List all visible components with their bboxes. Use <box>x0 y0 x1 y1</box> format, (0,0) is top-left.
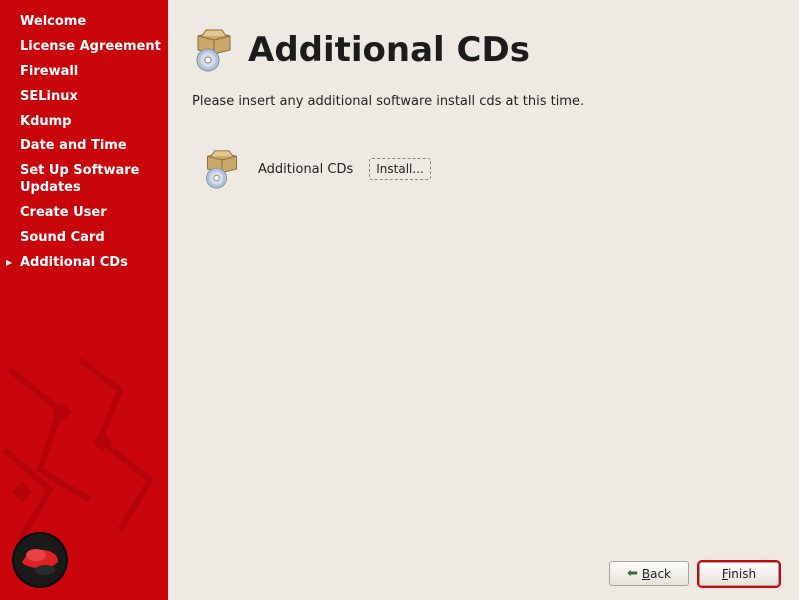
cd-box-small-icon <box>202 149 242 189</box>
redhat-logo-icon <box>10 530 70 590</box>
sidebar: Welcome License Agreement Firewall SELin… <box>0 0 168 600</box>
sidebar-item-software-updates[interactable]: Set Up Software Updates <box>20 159 162 201</box>
sidebar-item-license[interactable]: License Agreement <box>20 35 162 60</box>
back-button[interactable]: ⬅ Back <box>609 561 689 586</box>
sidebar-nav: Welcome License Agreement Firewall SELin… <box>0 10 168 276</box>
sidebar-item-firewall[interactable]: Firewall <box>20 60 162 85</box>
sidebar-item-sound-card[interactable]: Sound Card <box>20 226 162 251</box>
sidebar-decoration <box>0 350 168 550</box>
page-header: Additional CDs <box>192 28 769 72</box>
page-title: Additional CDs <box>248 30 530 70</box>
footer-buttons: ⬅ Back Finish <box>609 561 779 586</box>
page-description: Please insert any additional software in… <box>192 94 769 109</box>
cd-row-label: Additional CDs <box>258 162 353 177</box>
sidebar-item-create-user[interactable]: Create User <box>20 201 162 226</box>
sidebar-item-selinux[interactable]: SELinux <box>20 85 162 110</box>
install-button[interactable]: Install... <box>369 158 431 180</box>
cd-box-icon <box>192 28 236 72</box>
main-panel: Additional CDs Please insert any additio… <box>168 0 799 600</box>
finish-button[interactable]: Finish <box>699 562 779 586</box>
sidebar-item-welcome[interactable]: Welcome <box>20 10 162 35</box>
additional-cd-row: Additional CDs Install... <box>192 149 769 189</box>
sidebar-item-date-time[interactable]: Date and Time <box>20 134 162 159</box>
arrow-left-icon: ⬅ <box>627 566 638 581</box>
sidebar-item-kdump[interactable]: Kdump <box>20 110 162 135</box>
sidebar-item-additional-cds[interactable]: Additional CDs <box>20 251 162 276</box>
